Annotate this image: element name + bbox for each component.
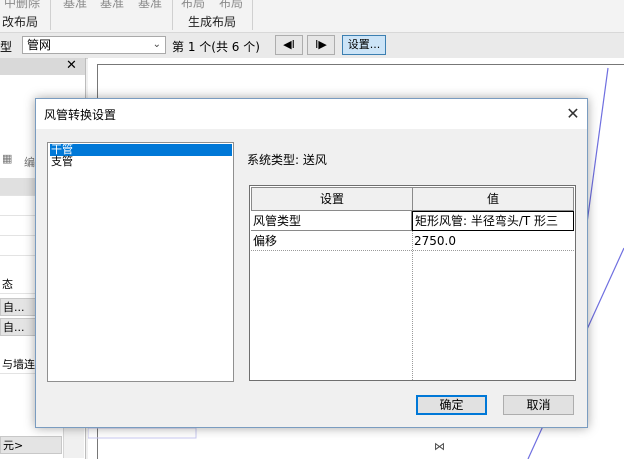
ribbon-item[interactable]: 基准 [63, 0, 87, 11]
edit-icon: ▦ [2, 152, 13, 165]
settings-button[interactable]: 设置... [342, 35, 386, 55]
list-item-main-duct[interactable]: 干管 [50, 144, 232, 156]
settings-grid: 设置 值 风管类型 矩形风管: 半径弯头/T 形三 偏移 2750.0 [249, 185, 576, 381]
ribbon-item[interactable]: 布局 [219, 0, 243, 11]
grid-cell-name: 偏移 [253, 234, 278, 248]
ribbon-panel-label: 生成布局 [188, 15, 237, 29]
main-branch-list[interactable]: 干管 支管 [47, 142, 234, 382]
cancel-button[interactable]: 取消 [503, 395, 574, 415]
grid-header-value: 值 [412, 187, 574, 211]
count-text: 第 1 个(共 6 个) [172, 40, 260, 54]
grid-divider [412, 231, 413, 380]
type-label: 型 [0, 40, 13, 54]
next-button[interactable]: I▶ [307, 35, 335, 55]
ribbon-item[interactable]: 基准 [138, 0, 162, 11]
dialog-titlebar: 风管转换设置 ✕ [36, 99, 587, 129]
property-button[interactable]: 元> [0, 436, 62, 454]
grid-cell-name: 风管类型 [251, 211, 412, 231]
duct-fitting-symbol: ⋈ [434, 440, 445, 453]
grid-divider [251, 250, 574, 251]
edit-label: 编 [24, 156, 35, 169]
options-bar: 型 管网 ⌄ 第 1 个(共 6 个) ◀I I▶ 设置... [0, 33, 624, 59]
ribbon: 中删除 基准 基准 基准 布局 布局 改布局 生成布局 [0, 0, 624, 33]
ribbon-separator [50, 0, 51, 30]
grid-header-setting: 设置 [251, 187, 413, 211]
close-icon[interactable]: ✕ [561, 102, 585, 126]
chevron-down-icon: ⌄ [152, 39, 161, 50]
dialog-title: 风管转换设置 [44, 108, 117, 122]
ribbon-item[interactable]: 中删除 [4, 0, 40, 11]
ribbon-separator [252, 0, 253, 30]
ribbon-item[interactable]: 布局 [181, 0, 205, 11]
type-select-value: 管网 [27, 38, 52, 52]
grid-cell-duct-type[interactable]: 矩形风管: 半径弯头/T 形三 [412, 211, 574, 231]
ribbon-item[interactable]: 基准 [100, 0, 124, 11]
system-type-label: 系统类型: 送风 [247, 153, 327, 167]
ribbon-separator [172, 0, 173, 30]
duct-conversion-dialog: 风管转换设置 ✕ 干管 支管 系统类型: 送风 设置 值 风管类型 矩形风管: … [35, 98, 588, 428]
properties-header: ✕ [0, 58, 85, 75]
grid-cell-offset[interactable]: 2750.0 [412, 231, 574, 251]
ribbon-panel-label: 改布局 [2, 15, 39, 29]
list-item-branch-duct[interactable]: 支管 [50, 156, 74, 168]
duct-outline [88, 427, 197, 439]
previous-button[interactable]: ◀I [275, 35, 303, 55]
close-icon[interactable]: ✕ [66, 58, 77, 73]
type-select[interactable]: 管网 ⌄ [22, 36, 166, 54]
ok-button[interactable]: 确定 [416, 395, 487, 415]
